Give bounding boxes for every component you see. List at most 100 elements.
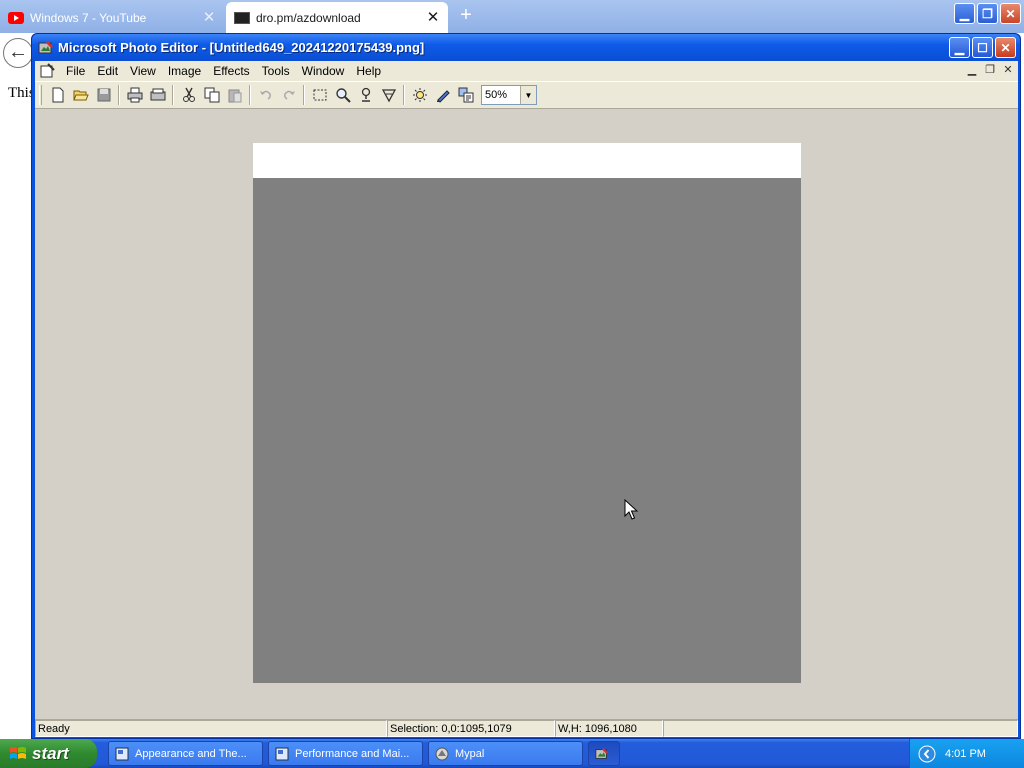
mouse-cursor-icon (624, 499, 638, 520)
print-button[interactable] (123, 84, 146, 106)
properties-icon (458, 87, 473, 103)
tab-close-icon[interactable]: ✕ (202, 10, 216, 25)
image-white-strip (253, 143, 801, 178)
photo-editor-icon (595, 747, 609, 759)
start-button[interactable]: start (0, 739, 97, 768)
chevron-down-icon[interactable]: ▼ (520, 86, 536, 104)
browser-tab-dro[interactable]: dro.pm/azdownload ✕ (226, 2, 448, 33)
close-button[interactable]: ✕ (1000, 3, 1021, 24)
scan-button[interactable] (146, 84, 169, 106)
undo-button[interactable] (254, 84, 277, 106)
zoom-icon (335, 88, 351, 103)
transparent-icon (381, 89, 396, 103)
doc-close-button[interactable]: ✕ (1000, 63, 1016, 77)
minimize-button[interactable]: ▁ (954, 3, 975, 24)
editor-client-area: File Edit View Image Effects Tools Windo… (35, 61, 1018, 737)
mypal-icon (435, 747, 449, 760)
print-icon (127, 87, 142, 103)
task-label: Appearance and The... (135, 747, 247, 760)
select-icon (313, 89, 326, 101)
minimize-button[interactable]: ▁ (949, 37, 970, 58)
redo-icon (283, 90, 295, 100)
taskbar-item-appearance[interactable]: Appearance and The... (108, 741, 263, 766)
sharpen-icon (436, 90, 450, 103)
status-bar: Ready Selection: 0,0:1095,1079 W,H: 1096… (35, 719, 1018, 737)
paste-icon (228, 89, 241, 103)
close-button[interactable]: ✕ (995, 37, 1016, 58)
menu-effects[interactable]: Effects (207, 62, 255, 80)
transparent-button[interactable] (377, 84, 400, 106)
document-window-controls: ▁ ❐ ✕ (964, 63, 1016, 77)
document-icon[interactable] (39, 63, 55, 79)
doc-minimize-button[interactable]: ▁ (964, 63, 980, 77)
smudge-icon (361, 87, 370, 102)
status-ready: Ready (35, 720, 387, 737)
toolbar-grip[interactable] (39, 85, 42, 105)
back-button[interactable]: ← (3, 38, 33, 68)
menu-edit[interactable]: Edit (91, 62, 124, 80)
paste-button[interactable] (223, 84, 246, 106)
browser-tab-youtube[interactable]: Windows 7 - YouTube ✕ (0, 2, 224, 33)
undo-icon (259, 90, 271, 100)
menu-window[interactable]: Window (296, 62, 351, 80)
taskbar: start Appearance and The... Performance … (0, 739, 1024, 768)
sharpen-button[interactable] (431, 84, 454, 106)
tab-label: dro.pm/azdownload (256, 10, 361, 25)
new-icon (52, 87, 63, 103)
title-bar[interactable]: Microsoft Photo Editor - [Untitled649_20… (32, 34, 1020, 61)
start-label: start (32, 743, 69, 763)
windows-logo-icon (10, 746, 26, 759)
balance-button[interactable] (408, 84, 431, 106)
save-button[interactable] (92, 84, 115, 106)
redo-button[interactable] (277, 84, 300, 106)
status-empty-pane (663, 720, 1018, 737)
zoom-dropdown[interactable]: 50% ▼ (481, 85, 537, 105)
cut-button[interactable] (177, 84, 200, 106)
browser-tab-strip: Windows 7 - YouTube ✕ dro.pm/azdownload … (0, 0, 1024, 33)
zoom-value: 50% (485, 89, 508, 101)
zoom-button[interactable] (331, 84, 354, 106)
copy-icon (204, 87, 219, 103)
toolbar-separator (118, 85, 120, 105)
menu-image[interactable]: Image (162, 62, 207, 80)
toolbar-separator (249, 85, 251, 105)
clock[interactable]: 4:01 PM (945, 748, 986, 760)
menu-view[interactable]: View (124, 62, 162, 80)
new-tab-button[interactable]: + (455, 5, 477, 27)
toolbar-separator (172, 85, 174, 105)
window-controls: ▁ ☐ ✕ (949, 37, 1016, 58)
copy-button[interactable] (200, 84, 223, 106)
toolbar-separator (403, 85, 405, 105)
browser-window-controls: ▁ ❐ ✕ (954, 3, 1021, 24)
maximize-button[interactable]: ☐ (972, 37, 993, 58)
taskbar-item-performance[interactable]: Performance and Mai... (268, 741, 423, 766)
select-button[interactable] (308, 84, 331, 106)
properties-button[interactable] (454, 84, 477, 106)
status-size: W,H: 1096,1080 (555, 720, 663, 737)
menu-tools[interactable]: Tools (256, 62, 296, 80)
balance-icon (412, 88, 427, 102)
task-label: Mypal (455, 747, 485, 760)
system-tray: 4:01 PM (909, 739, 1024, 768)
tab-label: Windows 7 - YouTube (30, 10, 147, 25)
taskbar-item-photo-editor[interactable] (588, 741, 620, 766)
open-button[interactable] (69, 84, 92, 106)
image-workspace[interactable] (35, 109, 1018, 719)
taskbar-item-mypal[interactable]: Mypal (428, 741, 583, 766)
control-panel-icon (275, 747, 289, 760)
menu-file[interactable]: File (60, 62, 91, 80)
new-button[interactable] (46, 84, 69, 106)
smudge-button[interactable] (354, 84, 377, 106)
toolbar-separator (303, 85, 305, 105)
restore-button[interactable]: ❐ (977, 3, 998, 24)
doc-restore-button[interactable]: ❐ (982, 63, 998, 77)
window-title: Microsoft Photo Editor - [Untitled649_20… (58, 40, 425, 55)
menu-help[interactable]: Help (350, 62, 387, 80)
image-canvas[interactable] (253, 143, 801, 683)
toolbar: 50% ▼ (35, 81, 1018, 109)
photo-editor-window: Microsoft Photo Editor - [Untitled649_20… (31, 33, 1021, 739)
tray-arrow-icon[interactable] (918, 745, 936, 763)
youtube-icon (8, 11, 24, 24)
menu-bar: File Edit View Image Effects Tools Windo… (35, 61, 1018, 81)
tab-close-icon[interactable]: ✕ (426, 10, 440, 25)
